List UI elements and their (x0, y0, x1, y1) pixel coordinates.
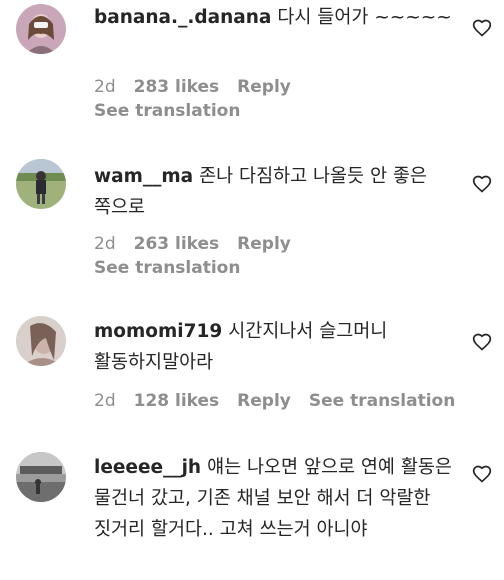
reply-button[interactable]: Reply (237, 234, 291, 254)
heart-outline-icon[interactable] (472, 174, 492, 194)
see-translation-link[interactable]: See translation (94, 258, 240, 278)
heart-outline-icon[interactable] (472, 18, 492, 38)
likes-count[interactable]: 263 likes (134, 234, 220, 254)
see-translation-link[interactable]: See translation (94, 101, 240, 121)
heart-outline-icon[interactable] (472, 332, 492, 352)
likes-count[interactable]: 283 likes (134, 77, 220, 97)
username[interactable]: banana._.danana (94, 7, 271, 28)
comment-text: momomi719 시간지나서 슬그머니 활동하지말아라 (94, 316, 454, 378)
comment-text: banana._.danana 다시 들어가 ~~~~~ (94, 2, 454, 33)
likes-count[interactable]: 128 likes (134, 391, 220, 411)
timestamp[interactable]: 2d (94, 391, 116, 411)
comment-meta: 2d 128 likes Reply See translation (94, 391, 455, 411)
see-translation-link[interactable]: See translation (309, 391, 455, 411)
comment-meta: 2d 283 likes Reply (94, 77, 309, 97)
avatar[interactable] (16, 159, 66, 209)
username[interactable]: wam__ma (94, 166, 193, 187)
avatar[interactable] (16, 4, 66, 54)
comment-body: 다시 들어가 ~~~~~ (277, 7, 452, 28)
avatar[interactable] (16, 316, 66, 366)
comment-text: leeeee__jh 얘는 나오면 앞으로 연예 활동은 물건너 갔고, 기존 채… (94, 452, 454, 545)
comment-text: wam__ma 존나 다짐하고 나올듯 안 좋은 쪽으로 (94, 161, 454, 223)
comment-meta: 2d 263 likes Reply (94, 234, 309, 254)
avatar[interactable] (16, 452, 66, 502)
timestamp[interactable]: 2d (94, 77, 116, 97)
username[interactable]: momomi719 (94, 321, 222, 342)
username[interactable]: leeeee__jh (94, 457, 201, 478)
reply-button[interactable]: Reply (237, 391, 291, 411)
reply-button[interactable]: Reply (237, 77, 291, 97)
heart-outline-icon[interactable] (472, 464, 492, 484)
timestamp[interactable]: 2d (94, 234, 116, 254)
